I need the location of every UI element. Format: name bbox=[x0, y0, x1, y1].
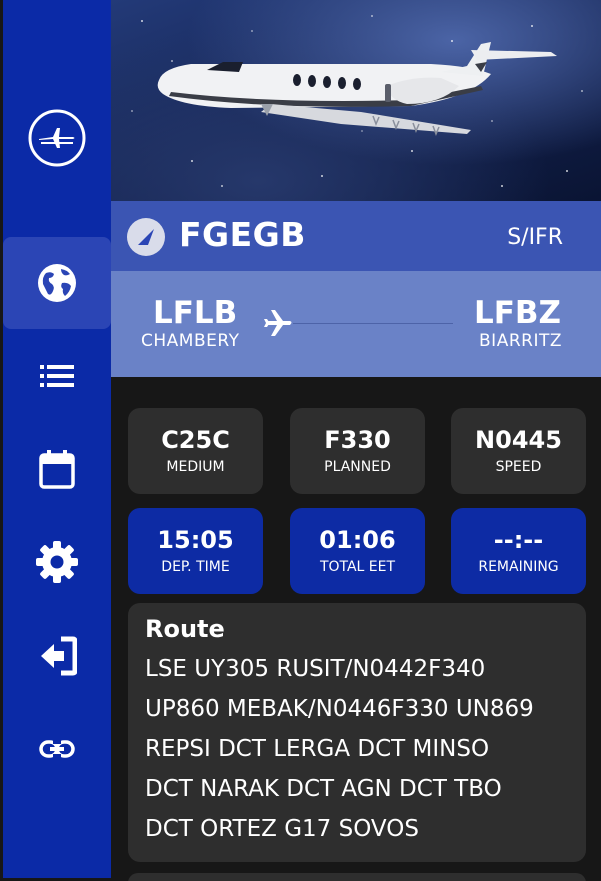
flight-level-card: F330 PLANNED bbox=[290, 408, 425, 494]
arrival-name: BIARRITZ bbox=[479, 331, 562, 351]
aircraft-type-card: C25C MEDIUM bbox=[128, 408, 263, 494]
airport-pair: LFLB CHAMBERY LFBZ BIARRITZ bbox=[111, 271, 601, 377]
globe-icon bbox=[38, 264, 76, 302]
sidebar-item-settings[interactable] bbox=[3, 516, 111, 608]
logout-icon bbox=[41, 636, 77, 676]
total-eet-label: TOTAL EET bbox=[319, 559, 396, 575]
departure-time-card: 15:05 DEP. TIME bbox=[128, 508, 263, 594]
next-card-edge bbox=[128, 873, 586, 881]
calendar-icon bbox=[39, 450, 75, 489]
airplane-circle-icon bbox=[28, 109, 86, 167]
remaining-label: REMAINING bbox=[478, 559, 559, 575]
route-text: LSE UY305 RUSIT/N0442F340 UP860 MEBAK/N0… bbox=[145, 656, 534, 842]
sidebar-item-list[interactable] bbox=[3, 330, 111, 422]
total-eet-value: 01:06 bbox=[319, 526, 396, 554]
route-progress-line bbox=[293, 323, 453, 324]
departure-time-value: 15:05 bbox=[157, 526, 234, 554]
link-icon bbox=[39, 740, 75, 758]
route-card: Route LSE UY305 RUSIT/N0442F340 UP860 ME… bbox=[128, 603, 586, 862]
list-icon bbox=[40, 365, 74, 387]
sidebar-item-map[interactable] bbox=[3, 92, 111, 184]
remaining-card: --:-- REMAINING bbox=[451, 508, 586, 594]
departure-name: CHAMBERY bbox=[141, 331, 240, 351]
aircraft-photo bbox=[111, 0, 601, 201]
airplane-icon bbox=[264, 310, 292, 336]
callsign: FGEGB bbox=[179, 215, 306, 254]
flight-rules: S/IFR bbox=[507, 225, 563, 250]
sidebar-item-logout[interactable] bbox=[3, 610, 111, 702]
airline-logo-icon bbox=[127, 218, 165, 256]
speed-value: N0445 bbox=[475, 426, 562, 454]
arrival-code: LFBZ bbox=[473, 295, 561, 331]
speed-label: SPEED bbox=[495, 459, 542, 475]
speed-card: N0445 SPEED bbox=[451, 408, 586, 494]
departure-code: LFLB bbox=[153, 295, 238, 331]
remaining-value: --:-- bbox=[493, 526, 544, 554]
flight-header: FGEGB S/IFR bbox=[111, 201, 601, 271]
sidebar-item-link[interactable] bbox=[3, 703, 111, 795]
business-jet-image bbox=[157, 42, 557, 137]
sidebar-item-globe[interactable] bbox=[3, 237, 111, 329]
app-window: FGEGB S/IFR LFLB CHAMBERY LFBZ BIARRITZ … bbox=[0, 0, 601, 881]
sidebar-item-calendar[interactable] bbox=[3, 423, 111, 515]
aircraft-type-label: MEDIUM bbox=[166, 459, 225, 475]
flight-level-label: PLANNED bbox=[324, 459, 391, 475]
flight-level-value: F330 bbox=[324, 426, 391, 454]
total-eet-card: 01:06 TOTAL EET bbox=[290, 508, 425, 594]
departure-time-label: DEP. TIME bbox=[161, 559, 230, 575]
gear-icon bbox=[36, 541, 78, 583]
aircraft-type-value: C25C bbox=[161, 426, 230, 454]
route-title: Route bbox=[145, 615, 225, 643]
sidebar bbox=[3, 0, 111, 878]
